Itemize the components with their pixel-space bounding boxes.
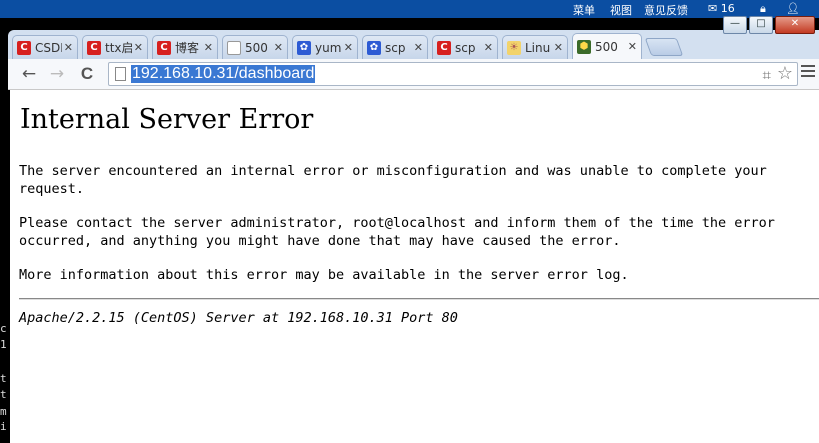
baidu-paw-icon: ✿ bbox=[367, 40, 381, 55]
terminal-glyph: t bbox=[0, 388, 7, 401]
back-icon[interactable]: ← bbox=[18, 63, 40, 85]
server-icon: ⬢ bbox=[577, 39, 591, 54]
csdn-icon: C bbox=[157, 40, 171, 55]
browser-toolbar: ← → C 192.168.10.31/dashboard ⌗ ☆ bbox=[8, 59, 819, 90]
close-tab-icon[interactable]: ✕ bbox=[484, 41, 493, 54]
star-icon[interactable]: ☆ bbox=[777, 63, 793, 84]
os-menu-item[interactable]: 视图 bbox=[610, 2, 632, 18]
close-tab-icon[interactable]: ✕ bbox=[554, 41, 563, 54]
tab-title: 500 bbox=[595, 39, 618, 54]
tab-title: Linu bbox=[525, 40, 551, 55]
close-tab-icon[interactable]: ✕ bbox=[344, 41, 353, 54]
csdn-icon: C bbox=[437, 40, 451, 55]
tab-title: scp bbox=[385, 40, 406, 55]
translate-icon[interactable]: ⌗ bbox=[763, 66, 771, 84]
tab-title: scp bbox=[455, 40, 476, 55]
background-terminal: c 1 t t m i bbox=[0, 90, 10, 443]
page-icon bbox=[115, 67, 126, 81]
mail-icon[interactable]: ✉ 16 bbox=[708, 2, 735, 15]
tab-linux[interactable]: ☀ Linu ✕ bbox=[502, 35, 568, 59]
forward-icon[interactable]: → bbox=[46, 63, 68, 85]
tab-scp[interactable]: ✿ scp ✕ bbox=[362, 35, 428, 59]
tab-csdn[interactable]: C CSDN✕ bbox=[12, 35, 78, 59]
csdn-icon: C bbox=[87, 40, 101, 55]
os-top-bar: 菜单 视图 意见反馈 ✉ 16 🔒︎ 👤︎ bbox=[0, 0, 819, 18]
mail-count: 16 bbox=[720, 2, 735, 15]
terminal-glyph: c bbox=[0, 322, 7, 335]
close-tab-icon[interactable]: ✕ bbox=[274, 41, 283, 54]
tab-scp-csdn[interactable]: Cscp ✕ bbox=[432, 35, 498, 59]
terminal-glyph: m bbox=[0, 405, 7, 418]
menu-icon[interactable] bbox=[801, 65, 815, 80]
tab-yum[interactable]: ✿ yum ✕ bbox=[292, 35, 358, 59]
tab-blog[interactable]: C 博客 ✕ bbox=[152, 35, 218, 59]
lock-icon[interactable]: 🔒︎ bbox=[760, 2, 766, 16]
address-bar[interactable]: 192.168.10.31/dashboard ⌗ ☆ bbox=[108, 62, 798, 86]
url-text[interactable]: 192.168.10.31/dashboard bbox=[131, 65, 316, 83]
new-tab-button[interactable] bbox=[644, 38, 684, 56]
divider bbox=[19, 298, 819, 300]
window-controls: — □ ✕ bbox=[723, 16, 815, 34]
reload-icon[interactable]: C bbox=[76, 63, 98, 85]
close-tab-icon[interactable]: ✕ bbox=[64, 41, 73, 54]
document-icon bbox=[227, 40, 241, 55]
os-menu-item[interactable]: 意见反馈 bbox=[644, 2, 688, 18]
tab-title: 博客 bbox=[175, 41, 200, 55]
tab-title: yum bbox=[315, 40, 342, 55]
os-menu-item[interactable]: 菜单 bbox=[573, 2, 595, 18]
page-content: Internal Server Error The server encount… bbox=[10, 90, 819, 443]
tab-strip: CCSDN✕ Cttx启✕ C博客✕ 500✕ ✿yum✕ ✿scp✕ Cscp… bbox=[12, 33, 684, 59]
close-window-button[interactable]: ✕ bbox=[775, 16, 815, 34]
close-tab-icon[interactable]: ✕ bbox=[414, 41, 423, 54]
tab-title: CSDN bbox=[35, 40, 62, 55]
page-title: Internal Server Error bbox=[20, 104, 314, 135]
tab-ttx[interactable]: Cttx启 ✕ bbox=[82, 35, 148, 59]
close-tab-icon[interactable]: ✕ bbox=[204, 41, 213, 54]
terminal-glyph: t bbox=[0, 372, 7, 385]
contact-message: Please contact the server administrator,… bbox=[19, 215, 775, 249]
csdn-icon: C bbox=[17, 40, 31, 55]
linux-icon: ☀ bbox=[507, 40, 521, 55]
user-icon[interactable]: 👤︎ bbox=[786, 2, 800, 15]
tab-title: 500 bbox=[245, 40, 268, 55]
server-signature: Apache/2.2.15 (CentOS) Server at 192.168… bbox=[19, 310, 458, 326]
tab-500-active[interactable]: ⬢ 500 ✕ bbox=[572, 33, 642, 59]
log-message: More information about this error may be… bbox=[19, 267, 629, 283]
close-tab-icon[interactable]: ✕ bbox=[134, 41, 143, 54]
close-tab-icon[interactable]: ✕ bbox=[628, 40, 637, 53]
tab-title: ttx启 bbox=[105, 41, 132, 55]
maximize-button[interactable]: □ bbox=[749, 16, 773, 34]
tab-500[interactable]: 500 ✕ bbox=[222, 35, 288, 59]
terminal-glyph: 1 bbox=[0, 338, 7, 351]
baidu-paw-icon: ✿ bbox=[297, 40, 311, 55]
error-message: The server encountered an internal error… bbox=[19, 163, 767, 197]
terminal-glyph: i bbox=[0, 420, 7, 433]
minimize-button[interactable]: — bbox=[723, 16, 747, 34]
